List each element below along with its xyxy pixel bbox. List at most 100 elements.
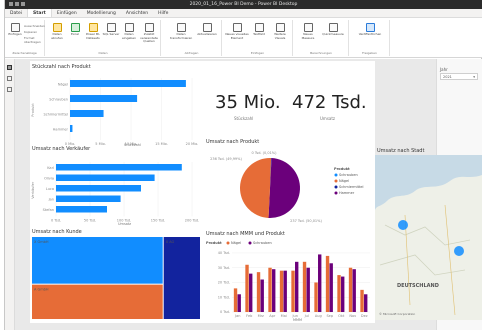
column[interactable] <box>268 267 272 312</box>
chart-umsatz-nach-produkt[interactable]: 236 Tsd. (49,99%) 0 Tsd. (0,01%) 237 Tsd. … <box>206 146 374 230</box>
column[interactable] <box>360 289 364 312</box>
column[interactable] <box>260 279 264 312</box>
chart-umsatz-nach-verkaeufer[interactable]: 0 Tsd. 50 Tsd. 100 Tsd. 150 Tsd. 200 Tsd.Kar… <box>31 154 202 226</box>
copy-button[interactable]: Kopieren <box>24 30 37 34</box>
tab-modellierung[interactable]: Modellierung <box>82 9 121 17</box>
pie-data-label: 236 Tsd. (49,99%) <box>210 157 242 161</box>
report-view-icon[interactable] <box>7 65 12 70</box>
column[interactable] <box>352 269 356 312</box>
new-measure-button[interactable]: Neues Measure <box>298 23 318 40</box>
kpi-stueckzahl-value: 35 Mio. <box>215 92 281 113</box>
quick-measure-button[interactable]: Quickmeasure <box>321 23 345 37</box>
bar[interactable] <box>70 95 138 102</box>
column[interactable] <box>233 288 238 312</box>
bar[interactable] <box>56 174 155 182</box>
bar[interactable] <box>56 206 107 213</box>
bar[interactable] <box>56 195 121 203</box>
window-title: 2020_01_16_Power BI Demo - Power BI Desk… <box>189 2 298 7</box>
map-bubble[interactable] <box>454 246 464 256</box>
pie-slice-schrauben[interactable] <box>268 158 300 218</box>
map-bubble[interactable] <box>398 220 408 230</box>
column[interactable] <box>364 294 368 312</box>
sql-server-button[interactable]: SQL Server <box>102 23 120 37</box>
y-axis-label: Verkäufer <box>31 181 35 198</box>
get-data-icon <box>52 23 62 32</box>
enter-data-button[interactable]: Daten eingeben <box>120 23 138 40</box>
x-tick-label: Jan <box>234 314 240 318</box>
format-painter-button[interactable]: Format übertragen <box>24 36 44 44</box>
column[interactable] <box>279 270 284 312</box>
column[interactable] <box>291 270 295 312</box>
more-visuals-icon <box>275 23 285 32</box>
treemap-tile[interactable] <box>163 237 200 319</box>
column[interactable] <box>306 267 310 312</box>
bar[interactable] <box>56 164 182 171</box>
kpi-stueckzahl-label: Stückzahl <box>234 116 254 121</box>
combo-xlabel: MMM <box>293 318 303 322</box>
tab-ansichten[interactable]: Ansichten <box>121 9 153 17</box>
get-data-button[interactable]: Daten abrufen <box>48 23 66 40</box>
recent-sources-button[interactable]: Zuletzt verwendete Quellen <box>138 23 160 44</box>
tab-start[interactable]: Start <box>27 9 52 17</box>
column[interactable] <box>272 269 276 312</box>
pie-slice-naegel[interactable] <box>239 157 272 218</box>
title-bar: 2020_01_16_Power BI Demo - Power BI Desk… <box>5 0 482 9</box>
bar[interactable] <box>56 185 141 192</box>
new-visual-icon <box>232 23 242 32</box>
recent-sources-icon <box>144 23 154 32</box>
visual-title-stueckzahl: Stückzahl nach Produkt <box>32 64 91 70</box>
column[interactable] <box>314 282 318 312</box>
column[interactable] <box>237 294 241 312</box>
data-view-icon[interactable] <box>7 76 12 81</box>
legend-marker <box>226 241 230 245</box>
column[interactable] <box>329 263 333 312</box>
column[interactable] <box>337 275 341 312</box>
column[interactable] <box>318 254 322 312</box>
category-label: Stefan <box>43 208 54 212</box>
cut-button[interactable]: Ausschneiden <box>24 24 45 28</box>
treemap-label: A GmbH <box>34 288 49 292</box>
tab-datei[interactable]: Datei <box>5 9 27 17</box>
visual-title-combo: Umsatz nach MMM und Produkt <box>206 231 285 237</box>
refresh-icon <box>202 23 212 32</box>
x-tick-label: 5 Mio. <box>95 142 106 146</box>
category-label: Schmiermittel <box>43 112 68 116</box>
bar[interactable] <box>70 110 104 117</box>
ribbon-group-daten: Daten abrufen Excel Power BI-Datasets SQ… <box>46 20 161 56</box>
transform-data-button[interactable]: Daten transformieren <box>170 23 192 40</box>
map-umsatz-nach-stadt[interactable]: DEUTSCHLAND © Microsoft Corporation <box>375 155 482 320</box>
legend-marker <box>334 191 338 195</box>
chart-umsatz-nach-kunde[interactable]: X GmbH A GmbH X AG <box>32 237 200 321</box>
transform-icon <box>176 23 186 32</box>
column[interactable] <box>302 261 307 312</box>
tab-hilfe[interactable]: Hilfe <box>153 9 173 17</box>
excel-button[interactable]: Excel <box>66 23 84 37</box>
legend-marker <box>334 185 338 189</box>
new-visual-button[interactable]: Neues visuelles Element <box>225 23 249 40</box>
bar[interactable] <box>70 80 186 87</box>
treemap-tile[interactable] <box>32 237 163 284</box>
column[interactable] <box>256 272 261 312</box>
kpi-umsatz-label: Umsatz <box>320 116 336 121</box>
publish-button[interactable]: Veröffentlichen <box>356 23 384 37</box>
refresh-button[interactable]: Aktualisieren <box>196 23 218 37</box>
paste-button[interactable]: Einfügen <box>6 23 24 37</box>
year-slicer-dropdown[interactable]: 2021 ▾ <box>440 73 478 80</box>
model-view-icon[interactable] <box>7 87 12 92</box>
column[interactable] <box>249 273 253 312</box>
bar[interactable] <box>70 125 73 132</box>
column[interactable] <box>325 255 330 312</box>
tab-einfuegen[interactable]: Einfügen <box>52 9 82 17</box>
chart-stueckzahl-nach-produkt[interactable]: 0 Mio. 5 Mio. 10 Mio. 15 Mio. 20 Mio.NägelSc… <box>31 72 202 150</box>
chart-umsatz-nach-mmm[interactable]: Produkt Nägel Schrauben 0 Tsd. 10 Tsd. 20 Tsd… <box>206 238 374 322</box>
treemap-tile[interactable] <box>32 284 163 319</box>
powerbi-dataset-button[interactable]: Power BI-Datasets <box>84 23 102 40</box>
more-visuals-button[interactable]: Weitere Visuals <box>269 23 291 40</box>
column[interactable] <box>295 261 299 312</box>
textbox-button[interactable]: Textfeld <box>250 23 268 37</box>
column[interactable] <box>245 264 249 312</box>
legend-title: Produkt <box>206 241 222 245</box>
column[interactable] <box>348 267 353 312</box>
column[interactable] <box>341 276 345 312</box>
column[interactable] <box>283 270 287 312</box>
